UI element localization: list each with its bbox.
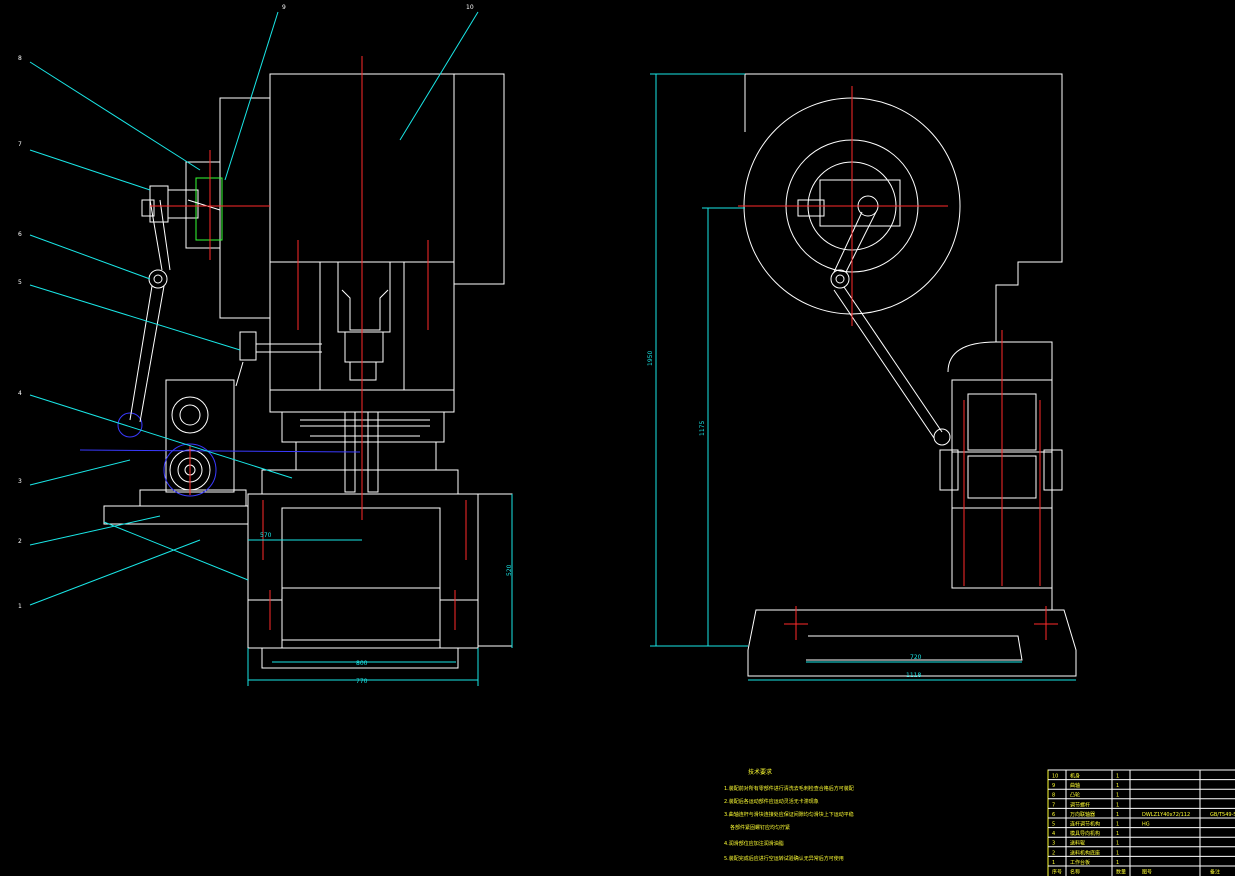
callout-8: 8	[18, 55, 22, 62]
bom-cell-code: HG	[1142, 822, 1150, 828]
bom-cell-name: 名称	[1070, 869, 1080, 876]
bom-cell-qty: 1	[1116, 774, 1119, 780]
bom-cell-no: 6	[1052, 812, 1055, 818]
note-3b: 各部件紧固螺钉应均匀拧紧	[730, 824, 790, 831]
dim-770: 770	[356, 678, 368, 685]
bom-cell-name: 调节螺杆	[1070, 801, 1090, 808]
front-view	[650, 73, 1077, 681]
bom-cell-no: 8	[1052, 793, 1055, 799]
cad-drawing: 8 7 6 5 4 3 2 1 9 10 570 800 770 520 195…	[18, 4, 1235, 876]
bom-cell-name: 凸轮	[1070, 792, 1080, 799]
dim-570: 570	[260, 532, 272, 539]
note-4: 4.润滑部位应加注润滑油脂	[724, 840, 784, 847]
bom-cell-no: 2	[1052, 850, 1055, 856]
callout-5: 5	[18, 279, 22, 286]
bom-cell-no: 5	[1052, 822, 1055, 828]
bom-cell-no: 7	[1052, 802, 1055, 808]
callout-3: 3	[18, 478, 22, 485]
dim-720: 720	[910, 654, 922, 661]
bom-cell-qty: 1	[1116, 793, 1119, 799]
bom-cell-name: 连杆调节机构	[1070, 821, 1100, 828]
bom-cell-name: 工作台板	[1070, 859, 1090, 866]
dim-1175: 1175	[699, 421, 706, 436]
notes-title: 技术要求	[748, 768, 772, 776]
bom-cell-qty: 数量	[1116, 869, 1126, 876]
bom-cell-name: 曲轴	[1070, 782, 1080, 789]
dim-1118: 1118	[906, 672, 921, 679]
bom-cell-no: 9	[1052, 783, 1055, 789]
bom-cell-no: 序号	[1052, 869, 1062, 876]
bom-cell-qty: 1	[1116, 860, 1119, 866]
dim-1950: 1950	[647, 351, 654, 366]
bom-cell-name: 万向联轴器	[1070, 811, 1095, 818]
side-view	[29, 11, 513, 686]
bom-cell-no: 1	[1052, 860, 1055, 866]
callout-10: 10	[466, 4, 474, 11]
callout-4: 4	[18, 390, 22, 397]
bom-cell-qty: 1	[1116, 850, 1119, 856]
note-5: 5.装配完成后应进行空运转试验确认无异常后方可使用	[724, 855, 844, 862]
callout-1: 1	[18, 603, 22, 610]
bom-cell-no: 3	[1052, 841, 1055, 847]
bom-cell-name: 送料辊	[1070, 840, 1085, 847]
bom-cell-no: 10	[1052, 774, 1058, 780]
note-3: 3.曲轴连杆与滑块连接处应保证间隙均匀滑块上下运动平稳	[724, 811, 854, 818]
technical-notes: 技术要求 1.装配前对所有零部件进行清洗去毛刺检查合格后方可装配 2.装配后各运…	[724, 768, 854, 862]
bom-cell-qty: 1	[1116, 812, 1119, 818]
dim-520: 520	[506, 564, 513, 576]
callout-7: 7	[18, 141, 22, 148]
dimension-labels: 570 800 770 520 1950 1175 720 1118	[260, 351, 922, 685]
bom-cell-no: 4	[1052, 831, 1055, 837]
note-1: 1.装配前对所有零部件进行清洗去毛刺检查合格后方可装配	[724, 785, 854, 792]
bom-cell-qty: 1	[1116, 841, 1119, 847]
bom-cell-name: 机身	[1070, 773, 1080, 780]
callout-labels: 8 7 6 5 4 3 2 1 9 10	[18, 4, 474, 610]
bom-cell-qty: 1	[1116, 783, 1119, 789]
bom-cell-remark: 备注	[1210, 869, 1220, 876]
bom-cell-code: DWLZ1Y40x72/112	[1142, 812, 1190, 818]
note-2: 2.装配后各运动部件应运动灵活无卡滞现象	[724, 798, 819, 805]
bom-cell-remark: GB/T549-S	[1210, 812, 1235, 818]
callout-6: 6	[18, 231, 22, 238]
bom-cell-qty: 1	[1116, 822, 1119, 828]
bom-cell-code: 图号	[1142, 870, 1152, 876]
bom-table: 10 机身 1 9 曲轴 1 8 凸轮 1 7 调节螺杆 1 6 万向联轴器 1 DWLZ1Y40x72/11…	[1048, 769, 1235, 876]
bom-cell-qty: 1	[1116, 831, 1119, 837]
dim-800: 800	[356, 660, 368, 667]
bom-cell-name: 模具导向机构	[1070, 830, 1100, 837]
callout-2: 2	[18, 538, 22, 545]
bom-cell-qty: 1	[1116, 802, 1119, 808]
bom-cell-name: 送料机构底座	[1070, 849, 1100, 856]
callout-9: 9	[282, 4, 286, 11]
